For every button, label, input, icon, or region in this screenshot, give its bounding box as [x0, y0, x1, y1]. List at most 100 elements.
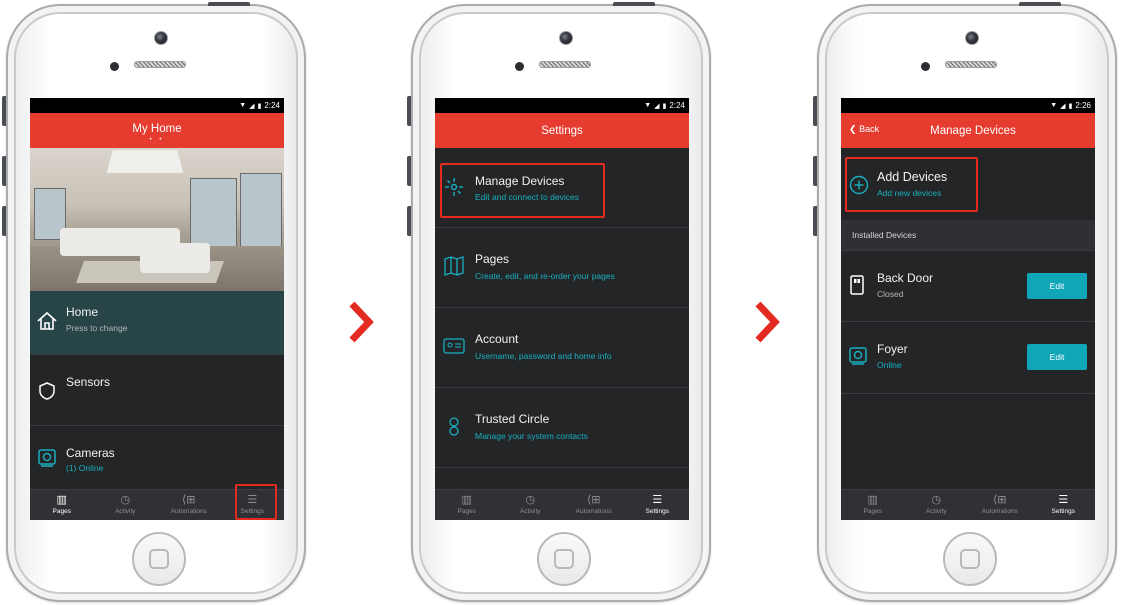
front-camera	[965, 31, 979, 45]
pages-icon: ▥	[461, 494, 472, 506]
door-sensor-icon	[850, 275, 864, 295]
status-time: 2:24	[669, 101, 685, 110]
home-sub: Press to change	[66, 323, 128, 333]
tab-bar: ▥ Pages ◷ Activity ⟨⊞ Automations ☰ Settings	[841, 489, 1095, 520]
battery-icon: ▮	[257, 102, 262, 110]
camera-icon	[38, 449, 56, 467]
page-title: Settings	[541, 125, 583, 137]
id-card-icon	[443, 338, 465, 354]
pages-label: Pages	[475, 252, 510, 266]
trusted-circle-sub: Manage your system contacts	[475, 431, 588, 441]
power-button	[613, 2, 655, 6]
app-header: Settings	[435, 113, 689, 148]
tab-activity[interactable]: ◷ Activity	[499, 490, 563, 520]
wifi-icon: ▼	[1050, 102, 1058, 109]
trusted-circle-label: Trusted Circle	[475, 412, 550, 426]
page-title: My Home	[132, 123, 182, 135]
speaker-grille	[134, 61, 186, 68]
home-photo[interactable]	[30, 148, 284, 291]
home-label: Home	[66, 305, 99, 319]
side-button	[407, 206, 411, 236]
settings-item-account[interactable]: Account Username, password and home info	[435, 308, 689, 388]
chevron-right-icon	[349, 301, 374, 343]
signal-icon: ◢	[1060, 102, 1066, 110]
wifi-icon: ▼	[239, 102, 247, 109]
device-status: Closed	[877, 289, 904, 299]
tab-settings[interactable]: ☰ Settings	[626, 490, 690, 520]
clock-icon: ◷	[525, 494, 536, 506]
account-sub: Username, password and home info	[475, 351, 612, 361]
sensor-dot	[515, 62, 524, 71]
signal-icon: ◢	[249, 102, 255, 110]
speaker-grille	[945, 61, 997, 68]
home-button	[943, 532, 997, 586]
side-button	[813, 96, 817, 126]
automations-icon: ⟨⊞	[181, 494, 196, 506]
tab-activity[interactable]: ◷ Activity	[94, 490, 158, 520]
status-bar: ▼ ◢ ▮ 2:24	[30, 98, 284, 113]
settings-item-trusted-circle[interactable]: Trusted Circle Manage your system contac…	[435, 388, 689, 468]
tab-automations[interactable]: ⟨⊞ Automations	[968, 490, 1032, 520]
device-name: Back Door	[877, 271, 934, 285]
device-row[interactable]: Back Door Closed Edit	[841, 251, 1095, 322]
front-camera	[154, 31, 168, 45]
list-item-sensors[interactable]: Sensors	[30, 355, 284, 426]
chevron-right-icon	[755, 301, 780, 343]
status-time: 2:24	[264, 101, 280, 110]
sliders-icon: ☰	[1058, 494, 1069, 506]
tab-settings[interactable]: ☰ Settings	[1032, 490, 1096, 520]
sliders-icon: ☰	[652, 494, 663, 506]
shield-icon	[39, 382, 55, 400]
side-button	[2, 156, 6, 186]
battery-icon: ▮	[1068, 102, 1073, 110]
app-header: My Home • •	[30, 113, 284, 148]
highlight-settings-tab	[235, 484, 277, 520]
app-header: ❮ Back Manage Devices	[841, 113, 1095, 148]
cameras-sub: (1) Online	[66, 463, 104, 473]
device-status: Online	[877, 360, 902, 370]
power-button	[1019, 2, 1061, 6]
home-button	[537, 532, 591, 586]
pages-sub: Create, edit, and re-order your pages	[475, 271, 615, 281]
section-header: Installed Devices	[841, 220, 1095, 251]
phone-2: ▼ ◢ ▮ 2:24 Settings Manage Devices Edit …	[407, 2, 711, 602]
home-button	[132, 532, 186, 586]
highlight-manage-devices	[440, 163, 605, 218]
page-indicator: • •	[149, 137, 165, 143]
side-button	[2, 206, 6, 236]
signal-icon: ◢	[654, 102, 660, 110]
installed-devices-label: Installed Devices	[852, 230, 917, 240]
edit-button[interactable]: Edit	[1027, 273, 1087, 299]
camera-icon	[849, 347, 867, 365]
tab-automations[interactable]: ⟨⊞ Automations	[157, 490, 221, 520]
tab-pages[interactable]: ▥ Pages	[30, 490, 94, 520]
side-button	[813, 156, 817, 186]
clock-icon: ◷	[120, 494, 131, 506]
tab-pages[interactable]: ▥ Pages	[841, 490, 905, 520]
tab-pages[interactable]: ▥ Pages	[435, 490, 499, 520]
status-time: 2:26	[1075, 101, 1091, 110]
account-label: Account	[475, 332, 519, 346]
highlight-add-devices	[845, 157, 978, 212]
page-title: Manage Devices	[930, 125, 1016, 137]
side-button	[407, 96, 411, 126]
status-bar: ▼ ◢ ▮ 2:26	[841, 98, 1095, 113]
tab-activity[interactable]: ◷ Activity	[905, 490, 969, 520]
battery-icon: ▮	[662, 102, 667, 110]
edit-button[interactable]: Edit	[1027, 344, 1087, 370]
device-row[interactable]: Foyer Online Edit	[841, 322, 1095, 394]
side-button	[407, 156, 411, 186]
automations-icon: ⟨⊞	[992, 494, 1007, 506]
screen-my-home: ▼ ◢ ▮ 2:24 My Home • • Home Press to cha…	[30, 98, 284, 520]
cameras-label: Cameras	[66, 446, 115, 460]
front-camera	[559, 31, 573, 45]
list-item-cameras[interactable]: Cameras (1) Online	[30, 426, 284, 486]
device-name: Foyer	[877, 342, 908, 356]
tab-automations[interactable]: ⟨⊞ Automations	[562, 490, 626, 520]
phone-3: ▼ ◢ ▮ 2:26 ❮ Back Manage Devices Add Dev…	[813, 2, 1117, 602]
screen-settings: ▼ ◢ ▮ 2:24 Settings Manage Devices Edit …	[435, 98, 689, 520]
tab-bar: ▥ Pages ◷ Activity ⟨⊞ Automations ☰ Settings	[435, 489, 689, 520]
wifi-icon: ▼	[644, 102, 652, 109]
list-item-home[interactable]: Home Press to change	[30, 291, 284, 355]
settings-item-pages[interactable]: Pages Create, edit, and re-order your pa…	[435, 228, 689, 308]
